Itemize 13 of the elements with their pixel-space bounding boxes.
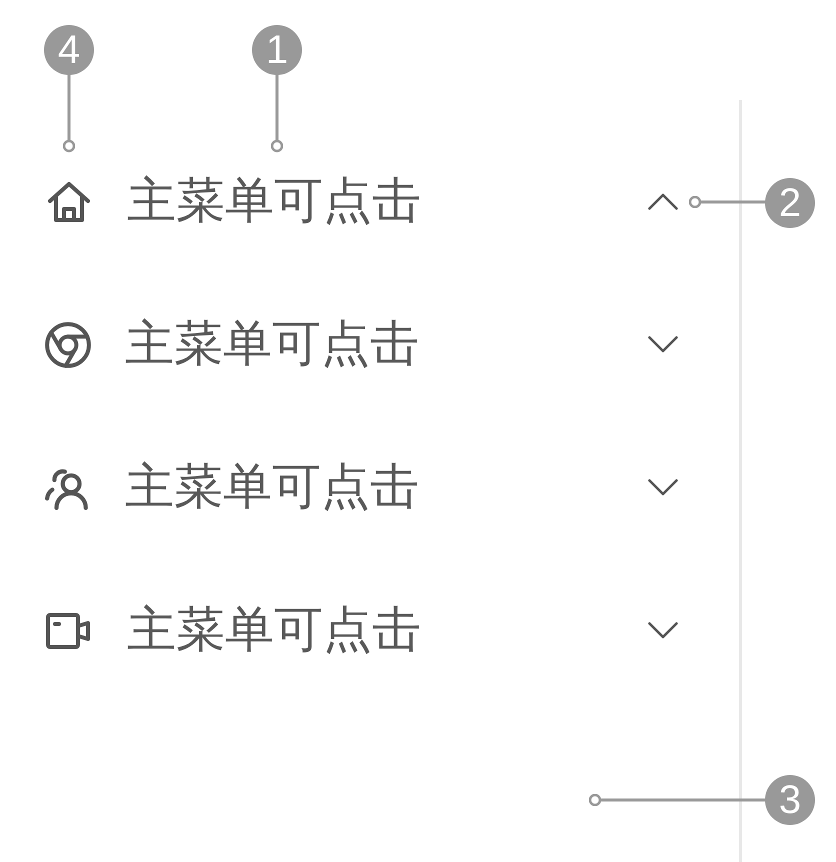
menu-item-label[interactable]: 主菜单可点击 (125, 320, 419, 369)
chevron-down-icon[interactable] (648, 479, 678, 496)
menu-item-label[interactable]: 主菜单可点击 (127, 606, 421, 655)
callout-badge: 4 (44, 25, 94, 75)
chevron-down-icon[interactable] (648, 622, 678, 639)
callout-badge: 3 (765, 775, 815, 825)
chevron-down-icon[interactable] (648, 336, 678, 353)
callout-badge: 2 (765, 178, 815, 228)
chrome-icon (45, 322, 91, 368)
menu-item-label[interactable]: 主菜单可点击 (127, 177, 421, 226)
menu-item-label[interactable]: 主菜单可点击 (125, 463, 419, 512)
chevron-up-icon[interactable] (648, 193, 678, 210)
callout-badge: 1 (252, 25, 302, 75)
